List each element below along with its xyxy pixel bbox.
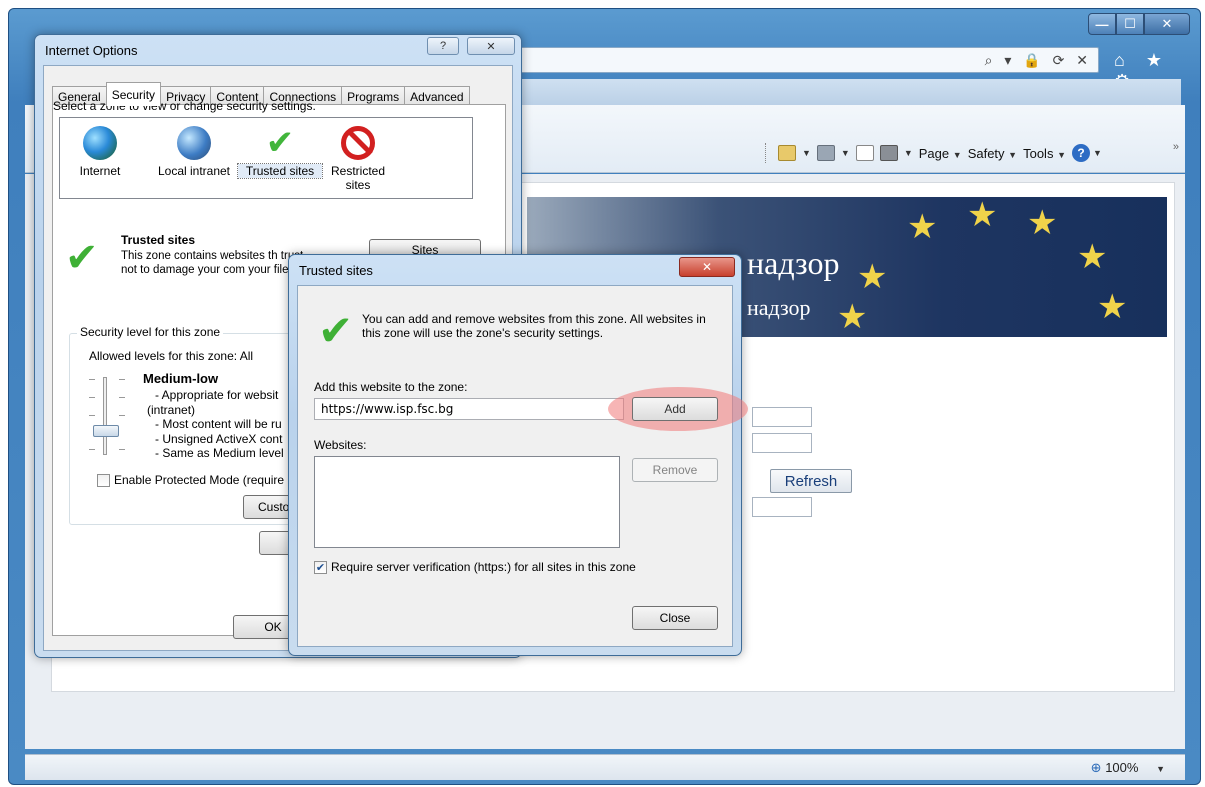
- zone-trusted-sites[interactable]: ✔ Trusted sites: [237, 124, 323, 179]
- slider-tick: [119, 379, 125, 380]
- zone-heading: Trusted sites: [121, 233, 196, 247]
- protected-mode-checkbox[interactable]: Enable Protected Mode (require: [97, 473, 284, 487]
- zoom-icon: ⊕: [1090, 760, 1102, 775]
- websites-label: Websites:: [314, 438, 367, 452]
- home-icon[interactable]: ⌂: [1114, 50, 1133, 70]
- globe-icon: [83, 126, 117, 160]
- security-level-name: Medium-low: [143, 371, 219, 386]
- chevron-down-icon[interactable]: ▼: [1156, 764, 1165, 774]
- toolbar-separator: [765, 143, 766, 163]
- security-level-slider[interactable]: [103, 377, 107, 455]
- require-verification-checkbox[interactable]: ✔ Require server verification (https:) f…: [314, 560, 636, 574]
- restricted-icon: [341, 126, 375, 160]
- refresh-button[interactable]: Refresh: [770, 469, 852, 493]
- window-controls: — ☐ ✕: [1088, 13, 1190, 35]
- star-icon: ★: [967, 197, 998, 234]
- checkmark-icon: ✔: [318, 307, 354, 354]
- minimize-button[interactable]: —: [1088, 13, 1116, 35]
- zone-restricted-sites[interactable]: Restricted sites: [318, 126, 398, 192]
- slider-tick: [119, 449, 125, 450]
- trusted-sites-dialog: Trusted sites ✕ ✔ You can add and remove…: [288, 254, 748, 656]
- tools-menu[interactable]: Tools ▼: [1023, 146, 1066, 161]
- add-button[interactable]: Add: [632, 397, 718, 421]
- dialog-close-button[interactable]: ✕: [679, 257, 735, 277]
- banner-title: надзор: [747, 245, 840, 281]
- tab-advanced[interactable]: Advanced: [404, 86, 470, 106]
- address-bar[interactable]: ⌕ ▾ 🔒 ⟳ ✕: [509, 47, 1099, 73]
- zone-description: This zone contains websites th trust not…: [121, 250, 304, 276]
- star-icon: ★: [907, 208, 938, 246]
- safety-menu[interactable]: Safety ▼: [968, 146, 1017, 161]
- slider-tick: [119, 397, 125, 398]
- help-icon: ?: [1072, 144, 1090, 162]
- add-website-label: Add this website to the zone:: [314, 380, 468, 394]
- mail-icon[interactable]: [855, 145, 874, 161]
- toolbar-overflow-icon[interactable]: »: [1173, 141, 1179, 153]
- security-level-title: Security level for this zone: [77, 325, 224, 339]
- security-level-description: - Appropriate for websit (intranet) - Mo…: [147, 388, 284, 460]
- help-menu[interactable]: ? ▼: [1072, 144, 1102, 162]
- close-button[interactable]: Close: [632, 606, 718, 630]
- zone-local-intranet[interactable]: Local intranet: [148, 126, 240, 178]
- chevron-down-icon[interactable]: ▼: [802, 148, 811, 158]
- checkbox-checked[interactable]: ✔: [314, 560, 327, 574]
- banner-subtitle: надзор: [747, 295, 811, 320]
- checkmark-icon: ✔: [265, 124, 295, 162]
- checkbox[interactable]: [97, 473, 110, 487]
- page-input-field[interactable]: [752, 407, 812, 427]
- home-page-icon[interactable]: [778, 145, 796, 161]
- slider-tick: [89, 397, 95, 398]
- intranet-icon: [177, 126, 211, 160]
- favorites-star-icon[interactable]: ★: [1146, 50, 1170, 70]
- print-icon[interactable]: [879, 145, 898, 161]
- chevron-down-icon[interactable]: ▼: [841, 148, 850, 158]
- maximize-button[interactable]: ☐: [1116, 13, 1144, 35]
- slider-tick: [119, 415, 125, 416]
- zone-prompt: Select a zone to view or change security…: [53, 99, 316, 113]
- page-input-field[interactable]: [752, 433, 812, 453]
- websites-list[interactable]: [314, 456, 620, 548]
- remove-button[interactable]: Remove: [632, 458, 718, 482]
- star-icon: ★: [1077, 238, 1108, 276]
- star-icon: ★: [857, 258, 888, 296]
- page-menu[interactable]: Page ▼: [919, 146, 962, 161]
- allowed-levels-text: Allowed levels for this zone: All: [89, 349, 254, 363]
- dialog-body: ✔ You can add and remove websites from t…: [297, 285, 748, 647]
- help-button[interactable]: ?: [427, 37, 459, 55]
- tab-security[interactable]: Security: [105, 82, 162, 106]
- address-bar-icons[interactable]: ⌕ ▾ 🔒 ⟳ ✕: [985, 52, 1092, 69]
- slider-thumb[interactable]: [93, 425, 119, 437]
- checkmark-icon: ✔: [65, 236, 99, 280]
- info-text: You can add and remove websites from thi…: [362, 312, 706, 340]
- slider-tick: [89, 379, 95, 380]
- star-icon: ★: [1097, 288, 1128, 326]
- tab-programs[interactable]: Programs: [341, 86, 406, 106]
- status-bar: ⊕ 100% ▼: [25, 754, 1185, 780]
- zone-list: Internet Local intranet ✔ Trusted sites …: [59, 117, 473, 199]
- slider-tick: [89, 449, 95, 450]
- dialog-close-button[interactable]: ✕: [467, 37, 515, 55]
- zone-internet[interactable]: Internet: [58, 126, 142, 178]
- page-input-field[interactable]: [752, 497, 812, 517]
- dialog-title: Internet Options: [45, 43, 138, 58]
- command-bar: ▼ ▼ ▼ Page ▼ Safety ▼ Tools ▼ ? ▼: [765, 143, 1102, 163]
- chevron-down-icon[interactable]: ▼: [904, 148, 913, 158]
- feeds-icon[interactable]: [816, 145, 835, 161]
- star-icon: ★: [837, 298, 868, 336]
- dialog-title: Trusted sites: [299, 263, 373, 278]
- star-icon: ★: [1027, 204, 1058, 242]
- slider-tick: [89, 415, 95, 416]
- website-url-input[interactable]: https://www.isp.fsc.bg: [314, 398, 624, 420]
- tab-strip: [509, 79, 1181, 107]
- zoom-control[interactable]: ⊕ 100% ▼: [1091, 760, 1165, 776]
- close-window-button[interactable]: ✕: [1144, 13, 1190, 35]
